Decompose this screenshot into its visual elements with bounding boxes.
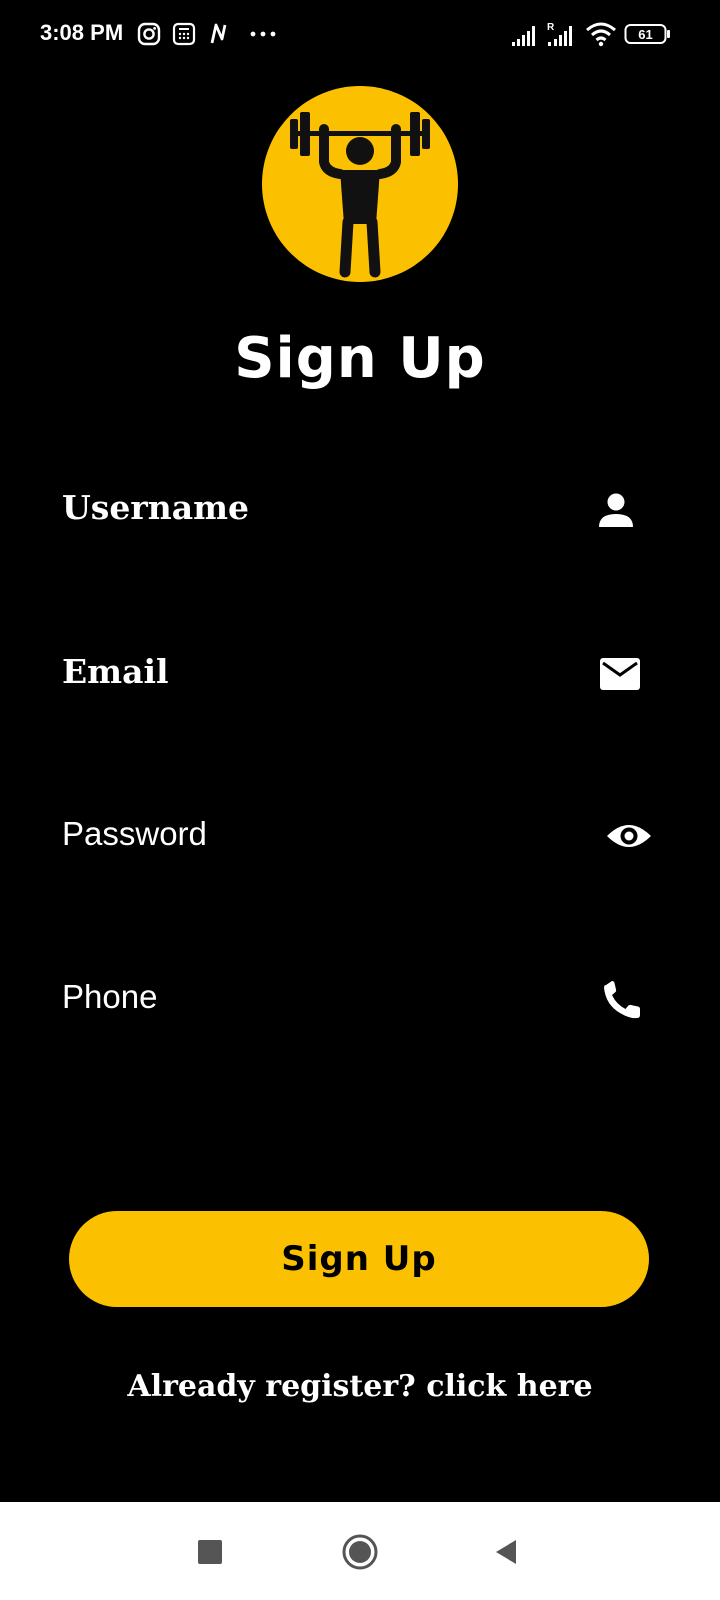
password-field[interactable]: Password xyxy=(62,804,666,874)
wifi-icon xyxy=(586,22,616,47)
signal-icon xyxy=(512,26,535,46)
eye-icon[interactable] xyxy=(605,816,653,856)
signal-roaming-icon: R xyxy=(547,22,572,46)
battery-icon: 61 xyxy=(624,24,670,44)
login-link[interactable]: Already register? click here xyxy=(0,1369,720,1404)
person-icon xyxy=(599,493,633,527)
username-label: Username xyxy=(62,488,250,527)
back-triangle-icon[interactable] xyxy=(484,1530,528,1574)
mail-icon xyxy=(600,658,640,690)
app-logo xyxy=(262,86,458,282)
signup-button[interactable]: Sign Up xyxy=(69,1211,649,1307)
navigation-bar xyxy=(0,1502,720,1600)
phone-icon xyxy=(604,981,640,1019)
recents-square-icon[interactable] xyxy=(188,1530,232,1574)
password-label: Password xyxy=(62,815,207,852)
battery-level: 61 xyxy=(638,27,652,42)
status-bar: 3:08 PM R 61 xyxy=(0,0,720,70)
email-field[interactable]: Email xyxy=(62,642,666,712)
phone-field[interactable]: Phone xyxy=(62,967,666,1037)
instagram-icon xyxy=(137,22,161,46)
svg-text:R: R xyxy=(547,22,555,33)
n-app-icon xyxy=(210,23,227,44)
status-time: 3:08 PM xyxy=(40,20,124,45)
email-label: Email xyxy=(62,652,169,691)
page-title: Sign Up xyxy=(234,326,486,391)
calculator-icon xyxy=(172,22,196,46)
more-dots-icon xyxy=(250,31,276,37)
home-circle-icon[interactable] xyxy=(338,1530,382,1574)
username-field[interactable]: Username xyxy=(62,478,666,548)
phone-label: Phone xyxy=(62,978,158,1015)
signup-screen: 3:08 PM R 61 Sign Up Username Email Pass… xyxy=(0,0,720,1600)
